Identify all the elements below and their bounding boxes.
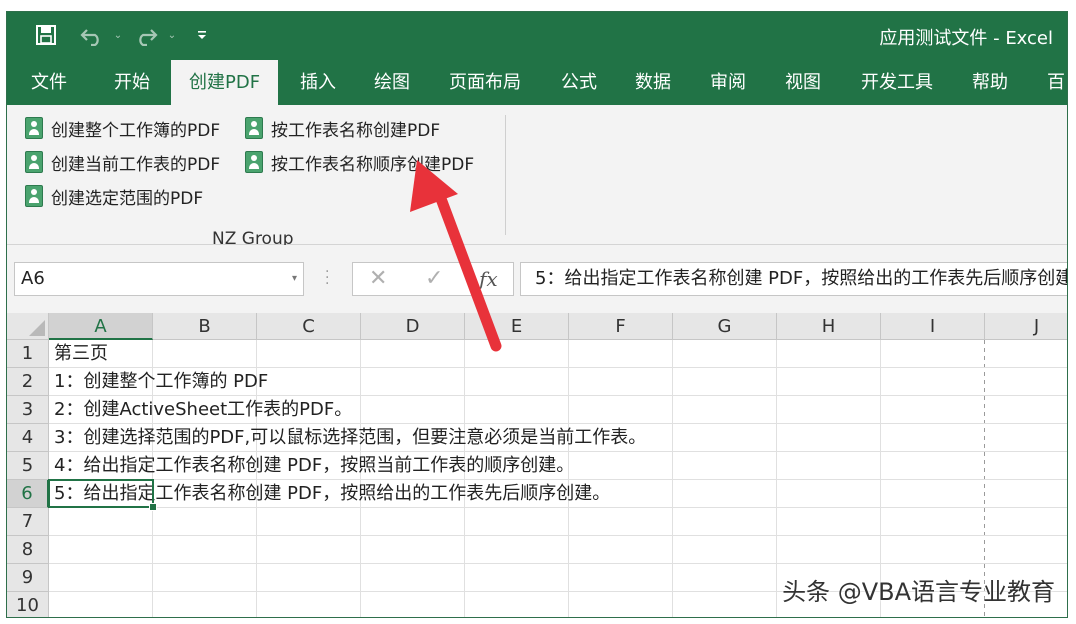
row-header-1[interactable]: 1	[7, 340, 49, 368]
user-icon	[25, 117, 43, 139]
cell-a3[interactable]: 2：创建ActiveSheet工作表的PDF。	[54, 396, 352, 424]
cell-a5[interactable]: 4：给出指定工作表名称创建 PDF，按照当前工作表的顺序创建。	[54, 452, 574, 480]
chevron-down-icon[interactable]: ▾	[292, 263, 297, 295]
create-selection-pdf-button[interactable]: 创建选定范围的PDF	[25, 182, 203, 210]
formula-bar-area: A6 ▾ · · · ✕ ✓ fx 5：给出指定工作表名称创建 PDF，按照给出的工…	[7, 245, 1067, 313]
create-pdf-by-sheet-name-button[interactable]: 按工作表名称创建PDF	[245, 114, 440, 142]
undo-dropdown-icon[interactable]: ⌄	[111, 20, 125, 50]
row-header-7[interactable]: 7	[7, 508, 49, 536]
column-header-d[interactable]: D	[361, 313, 465, 340]
row-header-4[interactable]: 4	[7, 424, 49, 452]
column-header-g[interactable]: G	[673, 313, 777, 340]
row-header-9[interactable]: 9	[7, 564, 49, 592]
button-label: 创建当前工作表的PDF	[51, 154, 221, 175]
title-bar: ⌄ ⌄ 应用测试文件 - Excel	[7, 12, 1067, 60]
customize-toolbar-icon[interactable]	[193, 20, 211, 50]
user-icon	[245, 151, 263, 173]
row-header-10[interactable]: 10	[7, 592, 49, 617]
create-workbook-pdf-button[interactable]: 创建整个工作簿的PDF	[25, 114, 220, 142]
tab-formulas[interactable]: 公式	[561, 60, 597, 105]
cancel-icon[interactable]: ✕	[369, 263, 387, 295]
ribbon-tabs: 文件 开始 创建PDF 插入 绘图 页面布局 公式 数据 审阅 视图 开发工具 …	[7, 60, 1067, 105]
tab-data[interactable]: 数据	[635, 60, 671, 105]
create-current-sheet-pdf-button[interactable]: 创建当前工作表的PDF	[25, 148, 220, 176]
row-header-3[interactable]: 3	[7, 396, 49, 424]
button-label: 创建整个工作簿的PDF	[51, 120, 221, 141]
tab-page-layout[interactable]: 页面布局	[449, 60, 521, 105]
button-label: 按工作表名称顺序创建PDF	[271, 154, 475, 175]
group-divider	[505, 115, 506, 235]
row-header-6[interactable]: 6	[7, 480, 49, 508]
excel-window: ⌄ ⌄ 应用测试文件 - Excel 文件 开始 创建PDF 插入 绘图 页面布…	[6, 11, 1068, 618]
cell-a4[interactable]: 3：创建选择范围的PDF,可以鼠标选择范围，但要注意必须是当前工作表。	[54, 424, 646, 452]
column-header-h[interactable]: H	[777, 313, 881, 340]
column-header-c[interactable]: C	[257, 313, 361, 340]
enter-icon[interactable]: ✓	[425, 263, 443, 295]
gridline	[49, 563, 1067, 564]
cell-a2[interactable]: 1：创建整个工作簿的 PDF	[54, 368, 268, 396]
tab-draw[interactable]: 绘图	[374, 60, 410, 105]
drag-handle-icon[interactable]: · · ·	[325, 265, 329, 291]
name-box[interactable]: A6 ▾	[14, 262, 304, 296]
undo-icon[interactable]	[77, 20, 107, 50]
button-label: 创建选定范围的PDF	[51, 188, 204, 209]
user-icon	[25, 185, 43, 207]
row-header-8[interactable]: 8	[7, 536, 49, 564]
column-header-j[interactable]: J	[985, 313, 1067, 340]
select-all-button[interactable]	[7, 313, 49, 340]
user-icon	[25, 151, 43, 173]
create-pdf-by-sheet-order-button[interactable]: 按工作表名称顺序创建PDF	[245, 148, 474, 176]
tab-help[interactable]: 帮助	[972, 60, 1008, 105]
button-label: 按工作表名称创建PDF	[271, 120, 441, 141]
insert-function-icon[interactable]: fx	[479, 263, 498, 295]
row-header-5[interactable]: 5	[7, 452, 49, 480]
tab-create-pdf[interactable]: 创建PDF	[171, 60, 279, 105]
tab-review[interactable]: 审阅	[710, 60, 746, 105]
tab-view[interactable]: 视图	[785, 60, 821, 105]
row-header-2[interactable]: 2	[7, 368, 49, 396]
tab-home[interactable]: 开始	[114, 60, 150, 105]
tab-developer[interactable]: 开发工具	[861, 60, 933, 105]
formula-input[interactable]: 5：给出指定工作表名称创建 PDF，按照给出的工作表先后顺序创建。	[520, 262, 1067, 296]
gridline	[49, 535, 1067, 536]
column-header-a[interactable]: A	[49, 313, 153, 340]
active-cell-border	[48, 479, 154, 508]
column-header-i[interactable]: I	[881, 313, 985, 340]
redo-dropdown-icon[interactable]: ⌄	[165, 20, 179, 50]
tab-more[interactable]: 百	[1047, 60, 1065, 105]
formula-buttons: ✕ ✓ fx	[352, 262, 514, 296]
save-icon[interactable]	[33, 20, 59, 50]
tab-insert[interactable]: 插入	[300, 60, 336, 105]
user-icon	[245, 117, 263, 139]
document-title: 应用测试文件 - Excel	[879, 28, 1053, 49]
watermark: 头条 @VBA语言专业教育	[782, 578, 1055, 606]
fill-handle[interactable]	[149, 503, 157, 511]
column-header-e[interactable]: E	[465, 313, 569, 340]
name-box-value: A6	[21, 268, 45, 289]
tab-file[interactable]: 文件	[31, 60, 67, 105]
column-header-b[interactable]: B	[153, 313, 257, 340]
redo-icon[interactable]	[131, 20, 161, 50]
cell-a1[interactable]: 第三页	[54, 340, 108, 368]
ribbon-panel: 创建整个工作簿的PDF 创建当前工作表的PDF 创建选定范围的PDF 按工作表名…	[7, 105, 1067, 249]
column-header-f[interactable]: F	[569, 313, 673, 340]
